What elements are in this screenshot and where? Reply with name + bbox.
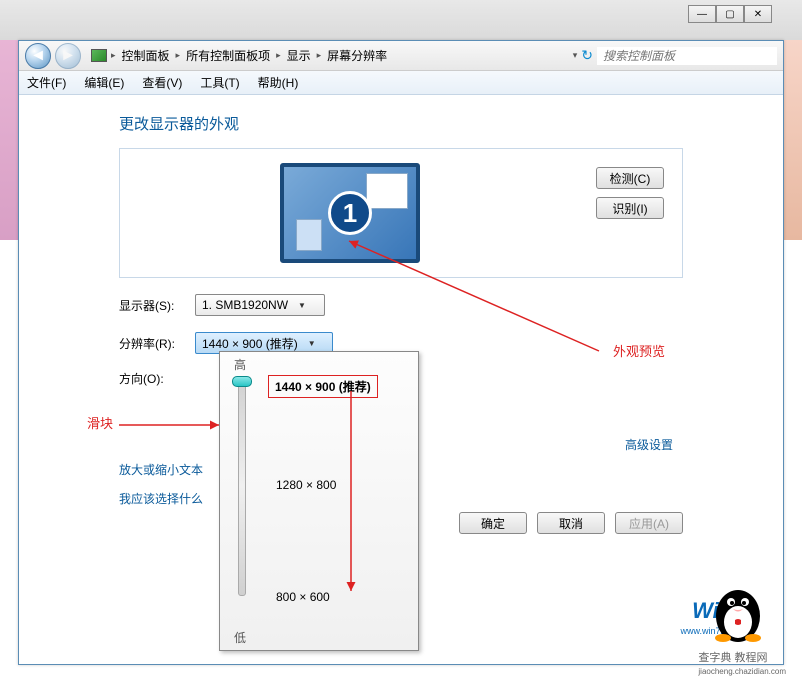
slider-track[interactable] [238, 376, 246, 596]
display-value: 1. SMB1920NW [202, 298, 288, 312]
window-controls: — ▢ ✕ [688, 5, 772, 23]
back-button[interactable]: ◄ [25, 43, 51, 69]
crumb-resolution[interactable]: 屏幕分辨率 [327, 47, 387, 64]
menu-edit[interactable]: 编辑(E) [84, 74, 124, 91]
minimize-button[interactable]: — [688, 5, 716, 23]
slider-high-label: 高 [234, 356, 246, 373]
crumb-sep: ▸ [276, 50, 281, 61]
display-row: 显示器(S): 1. SMB1920NW ▼ [119, 294, 683, 316]
crumb-sep: ▸ [317, 50, 322, 61]
site-watermark: 查字典 教程网 jiaocheng.chazidian.com [698, 649, 786, 677]
detect-button[interactable]: 检测(C) [596, 167, 664, 189]
chevron-down-icon: ▼ [308, 339, 316, 348]
advanced-settings-link[interactable]: 高级设置 [625, 436, 673, 453]
preview-window-icon [366, 173, 408, 209]
photo-left [0, 40, 20, 240]
maximize-button[interactable]: ▢ [716, 5, 744, 23]
orientation-label: 方向(O): [119, 370, 195, 387]
page-title: 更改显示器的外观 [119, 113, 683, 134]
forward-button[interactable]: ► [55, 43, 81, 69]
chevron-down-icon: ▼ [298, 301, 306, 310]
menu-help[interactable]: 帮助(H) [258, 74, 299, 91]
zoom-text-link[interactable]: 放大或缩小文本 [119, 461, 203, 478]
breadcrumb: ▸ 控制面板 ▸ 所有控制面板项 ▸ 显示 ▸ 屏幕分辨率 [111, 47, 549, 64]
address-icon [91, 49, 107, 62]
menu-tools[interactable]: 工具(T) [200, 74, 239, 91]
refresh-icon[interactable]: ↻ [581, 47, 593, 64]
resolution-option-selected[interactable]: 1440 × 900 (推荐) [268, 375, 378, 398]
annotation-slider-label: 滑块 [87, 413, 113, 432]
annotation-preview-label: 外观预览 [613, 341, 665, 360]
slider-thumb[interactable] [232, 376, 252, 387]
crumb-sep: ▸ [176, 50, 181, 61]
menu-file[interactable]: 文件(F) [27, 74, 66, 91]
crumb-control-panel[interactable]: 控制面板 [122, 47, 170, 64]
display-combo[interactable]: 1. SMB1920NW ▼ [195, 294, 325, 316]
main-window: ◄ ► ▸ 控制面板 ▸ 所有控制面板项 ▸ 显示 ▸ 屏幕分辨率 ▾ ↻ 文件… [18, 40, 784, 665]
display-label: 显示器(S): [119, 297, 195, 314]
preview-window-icon [296, 219, 322, 251]
help-links: 放大或缩小文本 我应该选择什么 [119, 461, 203, 507]
resolution-option-low[interactable]: 800 × 600 [276, 590, 330, 604]
search-input[interactable] [597, 47, 777, 65]
slider-low-label: 低 [234, 629, 246, 646]
crumb-sep: ▸ [111, 50, 116, 61]
resolution-label: 分辨率(R): [119, 335, 195, 352]
which-choose-link[interactable]: 我应该选择什么 [119, 490, 203, 507]
identify-button[interactable]: 识别(I) [596, 197, 664, 219]
crumb-display[interactable]: 显示 [287, 47, 311, 64]
display-preview-box: 1 检测(C) 识别(I) [119, 148, 683, 278]
footer-buttons: 确定 取消 应用(A) [459, 512, 683, 534]
resolution-value: 1440 × 900 (推荐) [202, 335, 298, 352]
cancel-button[interactable]: 取消 [537, 512, 605, 534]
penguin-icon [703, 574, 773, 644]
apply-button[interactable]: 应用(A) [615, 512, 683, 534]
close-button[interactable]: ✕ [744, 5, 772, 23]
ok-button[interactable]: 确定 [459, 512, 527, 534]
resolution-dropdown: 高 1440 × 900 (推荐) 1280 × 800 800 × 600 低 [219, 351, 419, 651]
crumb-all-items[interactable]: 所有控制面板项 [186, 47, 270, 64]
monitor-number-badge: 1 [328, 191, 372, 235]
menu-view[interactable]: 查看(V) [142, 74, 182, 91]
photo-right [782, 40, 802, 240]
resolution-option-mid[interactable]: 1280 × 800 [276, 478, 336, 492]
dropdown-arrow-icon[interactable]: ▾ [573, 50, 578, 61]
refresh-area: ▾ ↻ [573, 47, 593, 64]
titlebar: ◄ ► ▸ 控制面板 ▸ 所有控制面板项 ▸ 显示 ▸ 屏幕分辨率 ▾ ↻ [19, 41, 783, 71]
menubar: 文件(F) 编辑(E) 查看(V) 工具(T) 帮助(H) [19, 71, 783, 95]
monitor-preview[interactable]: 1 [280, 163, 420, 263]
